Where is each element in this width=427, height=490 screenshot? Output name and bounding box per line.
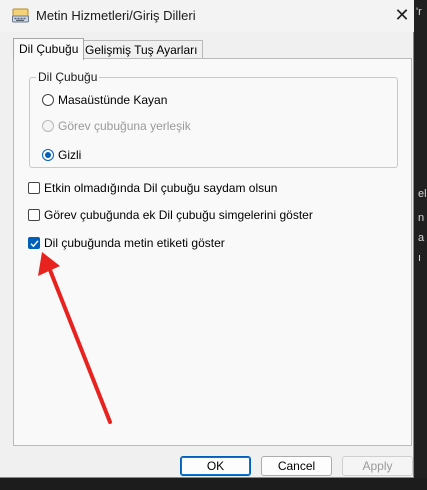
checkbox-label: Görev çubuğunda ek Dil çubuğu simgelerin…: [44, 208, 313, 222]
background-fragment-text: a: [418, 232, 425, 244]
radio-button-indicator: [42, 120, 54, 132]
radio-floating-on-desktop[interactable]: Masaüstünde Kayan: [42, 93, 167, 107]
tab-language-bar[interactable]: Dil Çubuğu: [13, 38, 85, 60]
background-window-edge: 'r el n a ı: [414, 0, 427, 490]
checkbox-show-text-labels[interactable]: Dil çubuğunda metin etiketi göster: [28, 236, 225, 250]
background-fragment-text: ı: [418, 252, 422, 264]
radio-label: Gizli: [58, 148, 82, 162]
apply-button: Apply: [342, 456, 413, 476]
checkbox-transparent-when-inactive[interactable]: Etkin olmadığında Dil çubuğu saydam olsu…: [28, 181, 277, 195]
keyboard-app-icon: [12, 8, 29, 23]
checkbox-indicator[interactable]: [28, 237, 40, 249]
window-title: Metin Hizmetleri/Giriş Dilleri: [36, 8, 196, 23]
radio-button-indicator[interactable]: [42, 149, 54, 161]
radio-button-indicator[interactable]: [42, 94, 54, 106]
language-bar-groupbox: Dil Çubuğu Masaüstünde Kayan Görev çubuğ…: [29, 70, 398, 168]
checkbox-indicator[interactable]: [28, 182, 40, 194]
tab-advanced-key-settings[interactable]: Gelişmiş Tuş Ayarları: [79, 40, 204, 59]
tab-panel-language-bar: Dil Çubuğu Masaüstünde Kayan Görev çubuğ…: [13, 58, 412, 446]
close-icon[interactable]: ✕: [391, 4, 413, 26]
background-fragment-text: n: [418, 212, 425, 224]
ok-button[interactable]: OK: [180, 456, 251, 476]
background-taskbar-strip: [0, 478, 427, 490]
radio-label: Masaüstünde Kayan: [58, 93, 168, 107]
background-fragment-text: el: [418, 188, 427, 200]
checkbox-indicator[interactable]: [28, 209, 40, 221]
checkbox-label: Etkin olmadığında Dil çubuğu saydam olsu…: [44, 181, 278, 195]
title-bar[interactable]: Metin Hizmetleri/Giriş Dilleri ✕: [0, 0, 414, 32]
background-fragment-text: 'r: [416, 6, 422, 18]
checkbox-label: Dil çubuğunda metin etiketi göster: [44, 236, 225, 250]
radio-hidden[interactable]: Gizli: [42, 148, 81, 162]
checkbox-show-extra-icons[interactable]: Görev çubuğunda ek Dil çubuğu simgelerin…: [28, 208, 313, 222]
checkmark-icon: [30, 240, 39, 248]
radio-label: Görev çubuğuna yerleşik: [58, 119, 191, 133]
text-services-dialog: Metin Hizmetleri/Giriş Dilleri ✕ Dil Çub…: [0, 0, 414, 478]
radio-docked-in-taskbar: Görev çubuğuna yerleşik: [42, 119, 191, 133]
groupbox-legend: Dil Çubuğu: [36, 70, 100, 84]
cancel-button[interactable]: Cancel: [261, 456, 332, 476]
